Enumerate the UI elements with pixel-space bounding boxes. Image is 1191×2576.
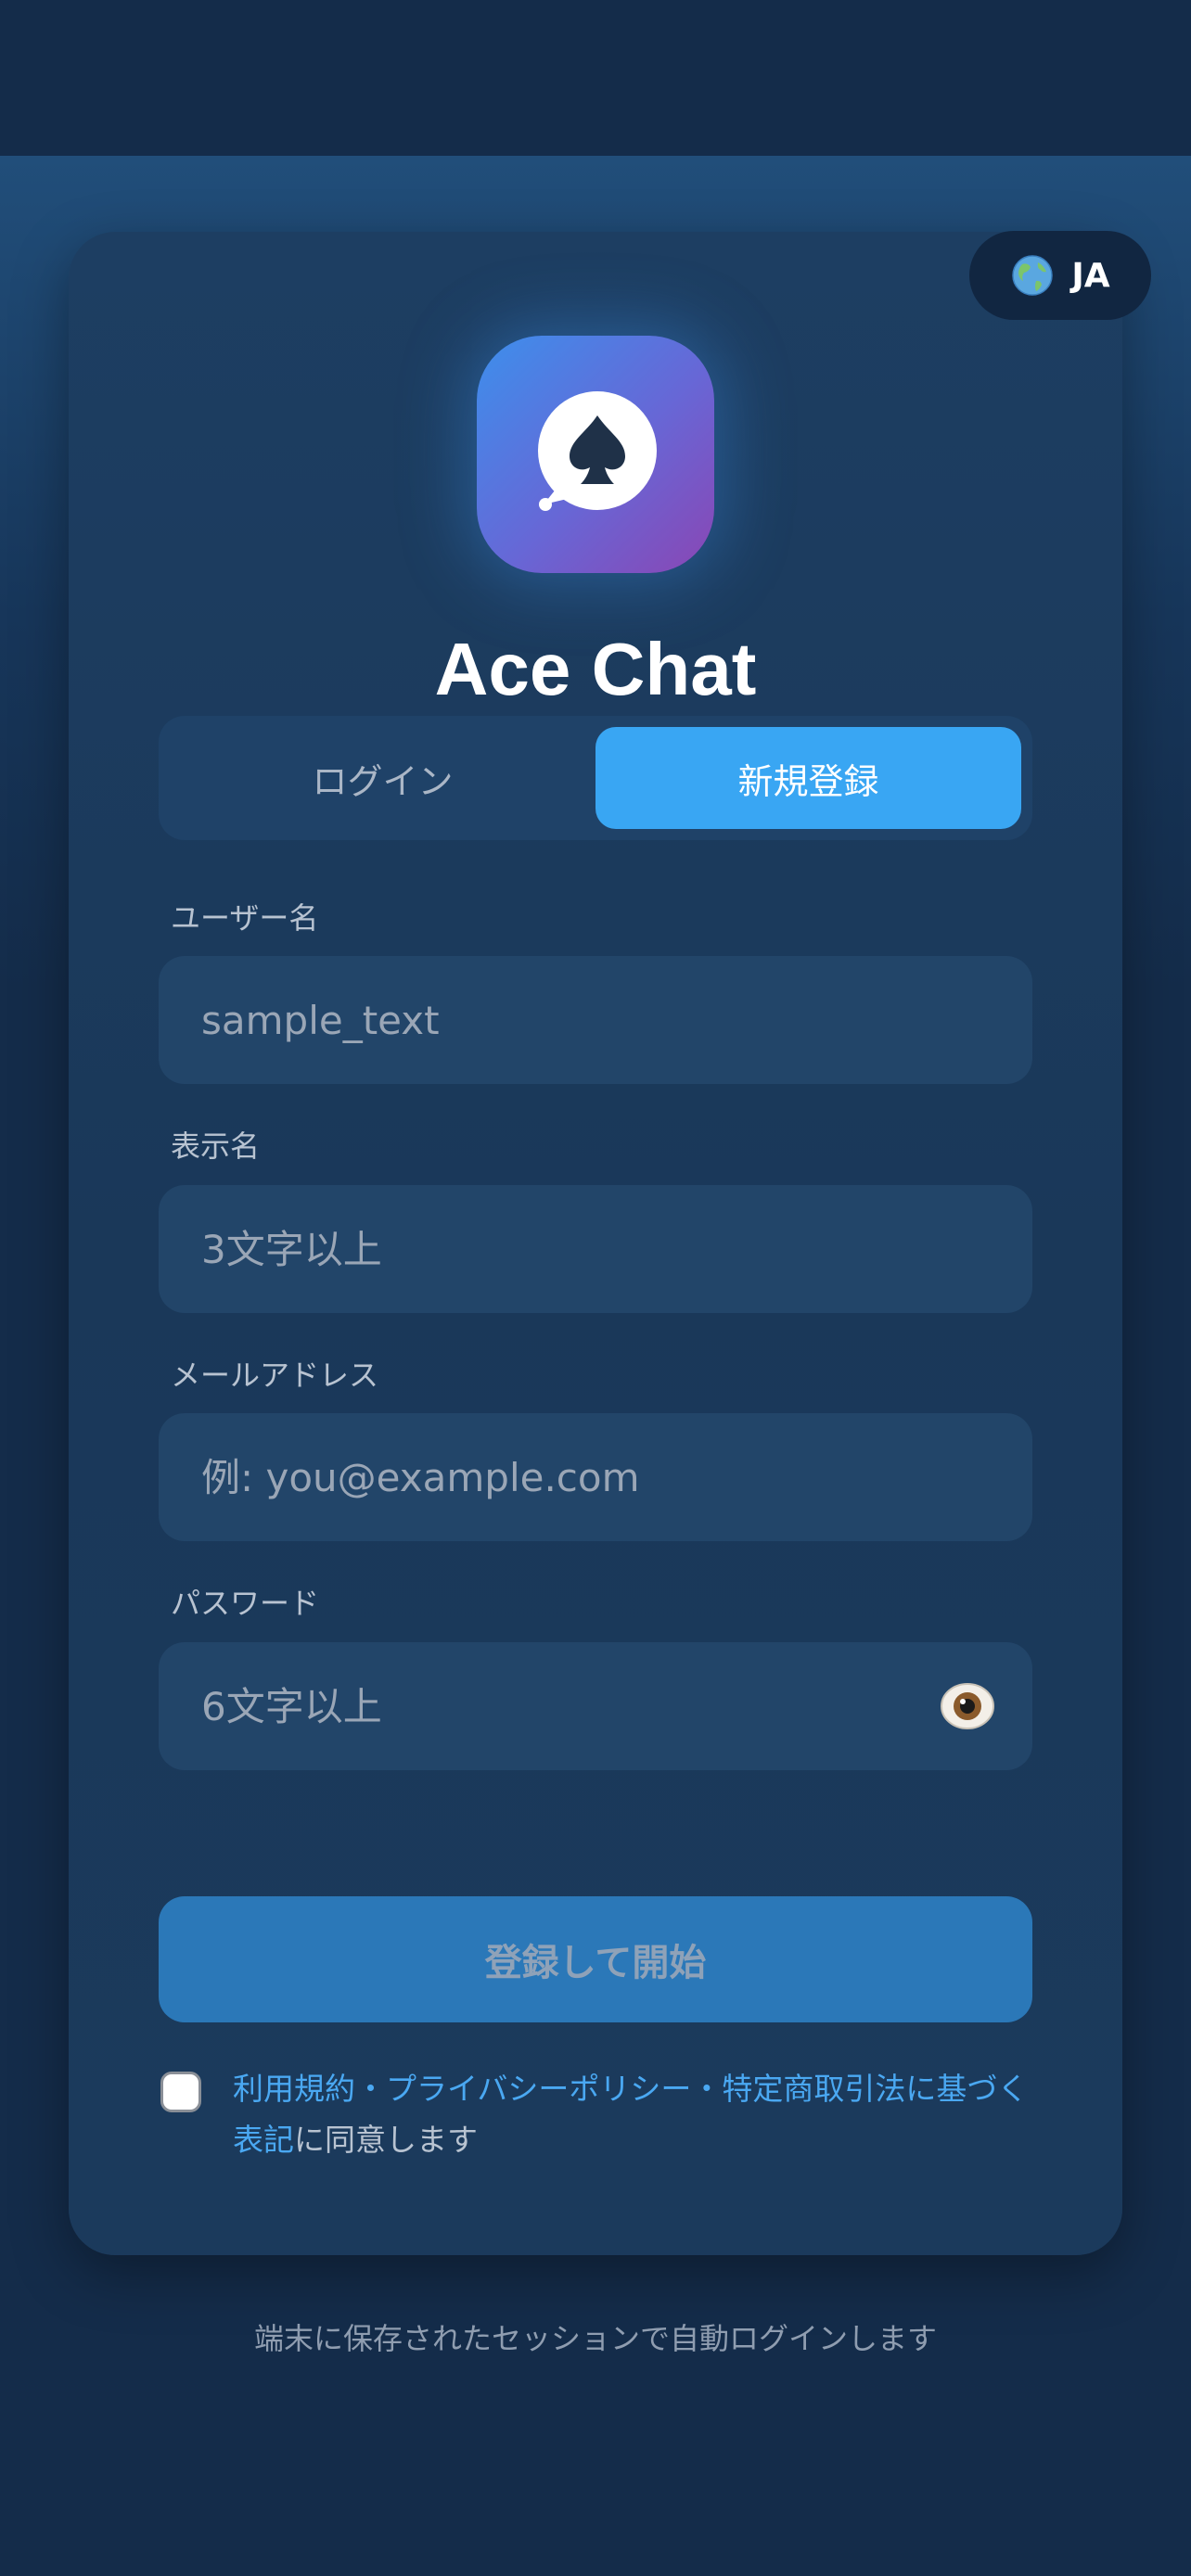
agreement-text: 利用規約・プライバシーポリシー・特定商取引法に基づく表記に同意します: [233, 2063, 1040, 2165]
tab-login[interactable]: ログイン: [170, 727, 596, 829]
username-field: [159, 956, 1032, 1084]
language-code: JA: [1071, 256, 1110, 295]
app-logo: [477, 336, 714, 573]
app-title: Ace Chat: [434, 628, 757, 710]
chat-bubble-spade-icon: [538, 391, 657, 511]
password-label: パスワード: [171, 1586, 320, 1621]
display-name-input[interactable]: [201, 1185, 962, 1313]
agreement-separator: ・: [691, 2071, 723, 2107]
eye-icon[interactable]: [940, 1678, 995, 1734]
password-field: [159, 1642, 1032, 1770]
password-input[interactable]: [201, 1642, 962, 1770]
agreement-suffix: に同意します: [294, 2122, 478, 2158]
email-input[interactable]: [201, 1413, 962, 1541]
display-name-field: [159, 1185, 1032, 1313]
username-input[interactable]: [201, 956, 962, 1084]
auto-login-note: 端末に保存されたセッションで自動ログインします: [253, 2321, 937, 2356]
agree-checkbox[interactable]: [160, 2072, 201, 2112]
globe-icon: [1012, 255, 1054, 296]
username-label: ユーザー名: [171, 900, 319, 936]
display-name-label: 表示名: [171, 1129, 261, 1164]
agreement-separator: ・: [355, 2071, 386, 2107]
auth-tabs: ログイン 新規登録: [159, 716, 1032, 840]
language-switch-button[interactable]: JA: [969, 231, 1151, 320]
privacy-policy-link[interactable]: プライバシーポリシー: [386, 2071, 691, 2107]
email-field: [159, 1413, 1032, 1541]
signup-submit-button[interactable]: 登録して開始: [159, 1896, 1032, 2022]
tab-signup[interactable]: 新規登録: [596, 727, 1021, 829]
terms-link[interactable]: 利用規約: [233, 2071, 355, 2107]
email-label: メールアドレス: [171, 1358, 379, 1393]
